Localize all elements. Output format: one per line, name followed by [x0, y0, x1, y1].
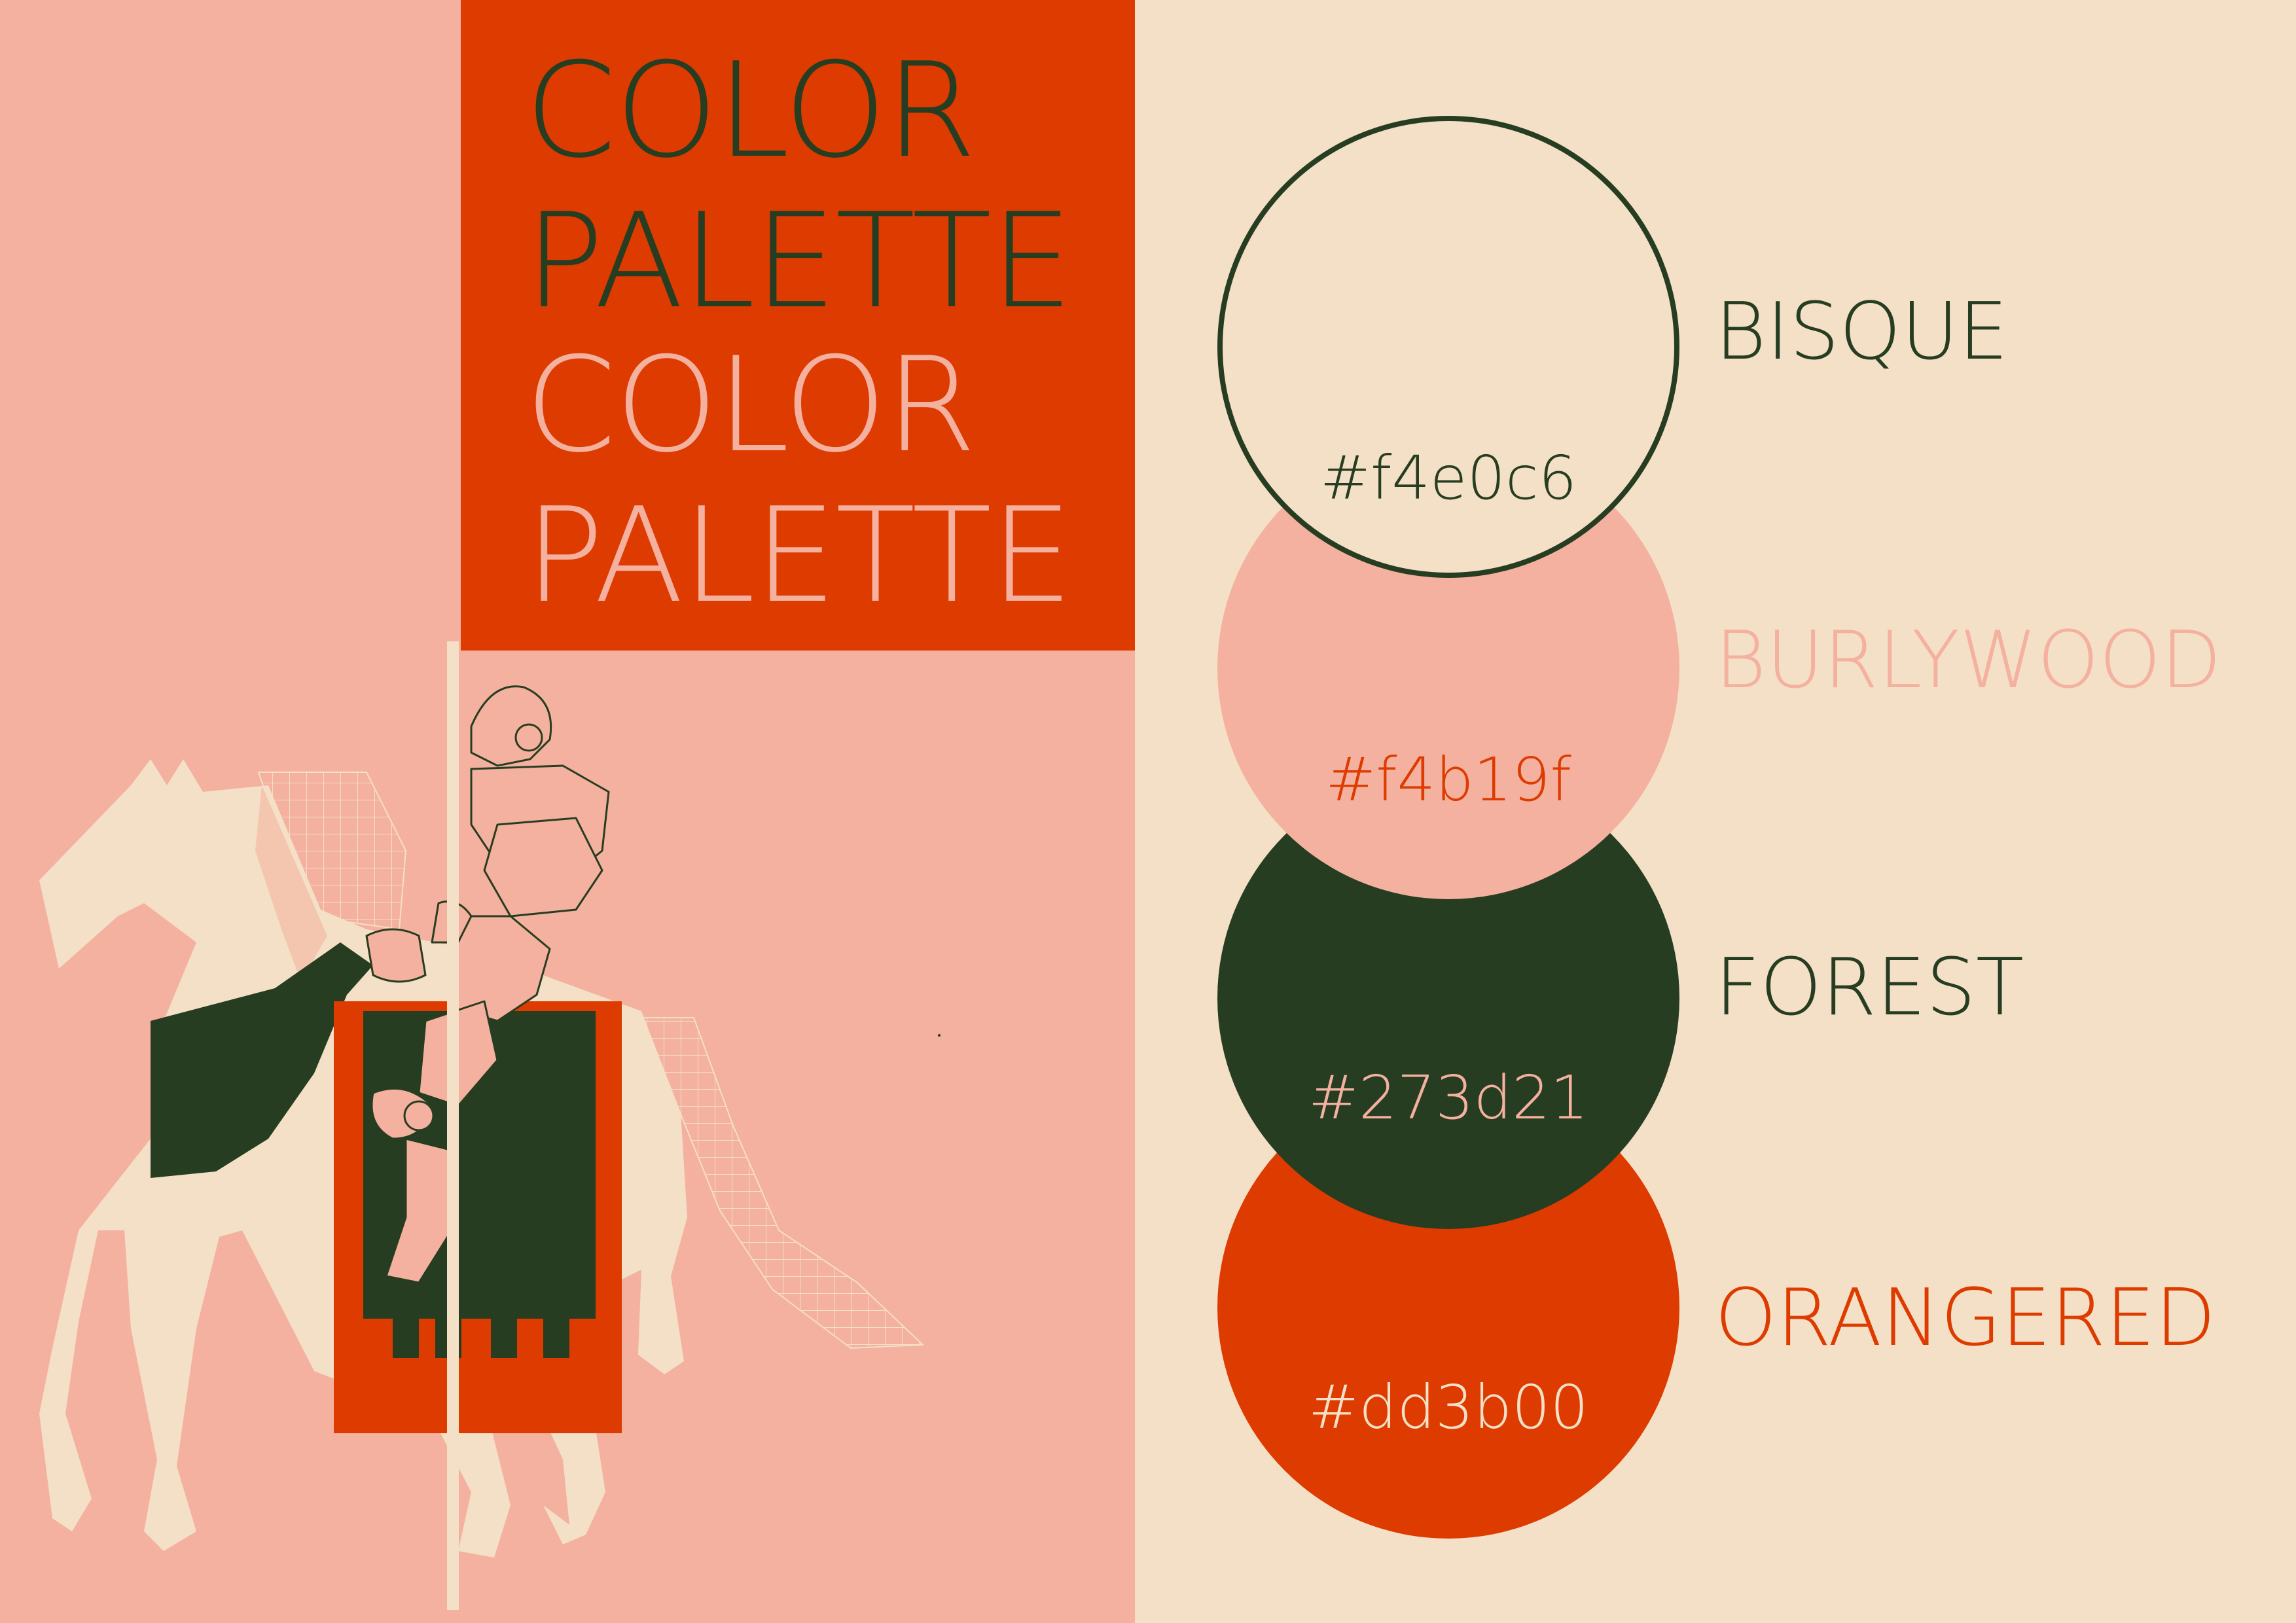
hex-label-orangered: #dd3b00	[1308, 1372, 1588, 1442]
color-name-orangered: ORANGERED	[1715, 1273, 2216, 1364]
title-block: COLOR PALETTE COLOR PALETTE	[461, 0, 1135, 651]
title-line-3: COLOR	[525, 329, 977, 482]
color-name-forest: FOREST	[1715, 942, 2024, 1033]
color-name-bisque: BISQUE	[1715, 287, 2009, 378]
swatch-bisque: #f4e0c6	[1217, 116, 1679, 578]
hex-label-forest: #273d21	[1308, 1063, 1589, 1133]
hex-label-bisque: #f4e0c6	[1319, 443, 1577, 513]
title-line-2: PALETTE	[525, 185, 1073, 338]
title-line-4: PALETTE	[525, 480, 1073, 632]
hex-label-burlywood: #f4b19f	[1325, 745, 1571, 815]
color-name-burlywood: BURLYWOOD	[1715, 615, 2221, 706]
title-line-1: COLOR	[525, 35, 977, 187]
knight-on-horse-illustration	[39, 641, 941, 1610]
